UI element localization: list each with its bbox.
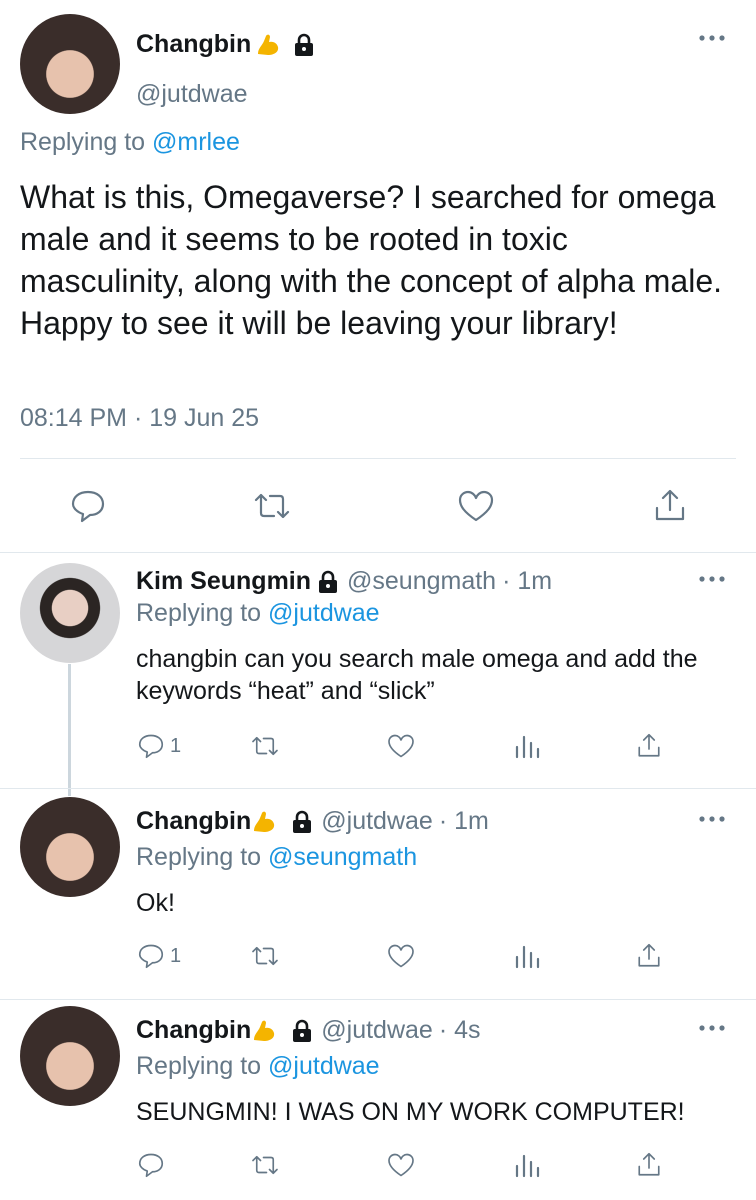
more-icon[interactable] [698,1024,726,1032]
like-icon[interactable] [386,731,416,761]
avatar[interactable] [20,14,120,114]
reply-time[interactable]: · 1m [439,807,489,836]
share-icon[interactable] [634,941,664,971]
tweet-timestamp[interactable]: 08:14 PM · 19 Jun 25 [20,404,259,433]
share-icon[interactable] [634,731,664,761]
lock-icon [291,810,313,834]
reply-count: 1 [170,944,182,967]
retweet-icon[interactable] [248,1150,282,1180]
flexed-biceps-emoji [251,1018,277,1044]
reply-header: Kim Seungmin @seungmath · 1m [136,567,552,596]
reply-tweet[interactable]: Kim Seungmin @seungmath · 1m Replying to… [0,553,756,788]
analytics-icon[interactable] [512,731,542,761]
replying-to: Replying to @seungmath [136,843,417,872]
author-handle[interactable]: @jutdwae [136,80,248,109]
retweet-icon[interactable] [248,731,282,761]
main-tweet: Changbin @jutdwae Replying to @mrlee Wha… [0,0,756,552]
like-icon[interactable] [386,941,416,971]
replying-prefix: Replying to [20,128,146,156]
reply-icon[interactable] [68,486,108,526]
reply-button[interactable]: 1 [136,941,181,971]
reply-text: Ok! [136,889,175,917]
reply-actions: 1 [0,941,756,973]
share-icon[interactable] [650,486,690,526]
replying-to: Replying to @mrlee [20,128,240,157]
author-name: Changbin [136,30,252,58]
author-handle[interactable]: @jutdwae [321,807,433,836]
reply-time[interactable]: · 4s [439,1016,481,1045]
avatar[interactable] [20,563,120,663]
replying-to-link[interactable]: @jutdwae [268,1052,380,1080]
divider [20,458,736,459]
analytics-icon[interactable] [512,941,542,971]
reply-header: Changbin @jutdwae · 4s [136,1016,481,1045]
replying-to: Replying to @jutdwae [136,599,380,628]
reply-header: Changbin @jutdwae · 1m [136,807,489,836]
replying-prefix: Replying to [136,599,262,627]
analytics-icon[interactable] [512,1150,542,1180]
reply-icon [136,941,166,971]
replying-to-link[interactable]: @mrlee [152,128,240,156]
reply-text: SEUNGMIN! I WAS ON MY WORK COMPUTER! [136,1098,685,1126]
reply-tweet[interactable]: Changbin @jutdwae · 4s Replying to @jutd… [0,1000,756,1200]
reply-time[interactable]: · 1m [502,567,552,596]
replying-prefix: Replying to [136,1052,262,1080]
more-icon[interactable] [698,34,726,42]
retweet-icon[interactable] [248,941,282,971]
lock-icon [293,33,315,57]
reply-actions [0,1150,756,1182]
avatar[interactable] [20,1006,120,1106]
reply-icon [136,1150,166,1180]
replying-to: Replying to @jutdwae [136,1052,380,1081]
like-icon[interactable] [456,486,496,526]
like-icon[interactable] [386,1150,416,1180]
flexed-biceps-emoji [255,32,281,58]
reply-icon [136,731,166,761]
author-handle[interactable]: @seungmath [347,567,496,596]
reply-text: changbin can you search male omega and a… [136,645,698,705]
retweet-icon[interactable] [250,486,294,526]
author-name[interactable]: Kim Seungmin [136,567,311,596]
author-name[interactable]: Changbin [136,1016,251,1045]
reply-count: 1 [170,734,182,757]
lock-icon [317,570,339,594]
reply-tweet[interactable]: Changbin @jutdwae · 1m Replying to @seun… [0,789,756,999]
author-handle[interactable]: @jutdwae [321,1016,433,1045]
replying-prefix: Replying to [136,843,262,871]
tweet-text: What is this, Omegaverse? I searched for… [20,179,723,341]
replying-to-link[interactable]: @seungmath [268,843,417,871]
flexed-biceps-emoji [251,809,277,835]
author-name[interactable]: Changbin [136,807,251,836]
reply-button[interactable]: 1 [136,731,181,761]
share-icon[interactable] [634,1150,664,1180]
more-icon[interactable] [698,575,726,583]
tweet-actions [0,486,756,526]
replying-to-link[interactable]: @jutdwae [268,599,380,627]
avatar[interactable] [20,797,120,897]
more-icon[interactable] [698,815,726,823]
reply-actions: 1 [0,731,756,763]
lock-icon [291,1019,313,1043]
reply-button[interactable] [136,1150,170,1180]
tweet-author[interactable]: Changbin [136,30,315,59]
